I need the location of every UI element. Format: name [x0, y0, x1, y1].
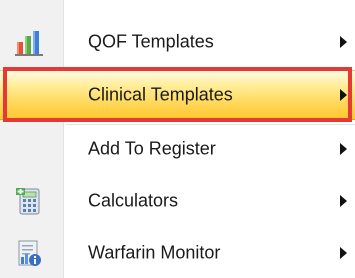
menu-item-label: Warfarin Monitor	[88, 242, 221, 263]
menu-item-add-to-register[interactable]: Add To Register	[0, 124, 355, 174]
submenu-arrow-icon	[340, 36, 347, 48]
menu-item-clinical-templates[interactable]: Clinical Templates	[0, 70, 355, 120]
menu-item-label: Calculators	[88, 190, 179, 211]
submenu-arrow-icon	[340, 195, 347, 207]
menu-item-qof-templates[interactable]: QOF Templates	[0, 17, 355, 67]
warfarin-monitor-icon	[14, 238, 44, 268]
menu-item-label: Clinical Templates	[88, 84, 233, 105]
menu-item-warfarin-monitor[interactable]: Warfarin Monitor	[0, 228, 355, 278]
menu-item-label: Add To Register	[88, 138, 216, 159]
submenu-arrow-icon	[340, 143, 347, 155]
context-menu: QOF Templates Clinical Templates Add To …	[0, 0, 355, 278]
bar-chart-icon	[14, 27, 44, 57]
calculator-icon	[14, 186, 44, 216]
submenu-arrow-icon	[340, 247, 347, 259]
menu-item-calculators[interactable]: Calculators	[0, 176, 355, 226]
submenu-arrow-icon	[340, 89, 347, 101]
menu-item-label: QOF Templates	[88, 31, 214, 52]
